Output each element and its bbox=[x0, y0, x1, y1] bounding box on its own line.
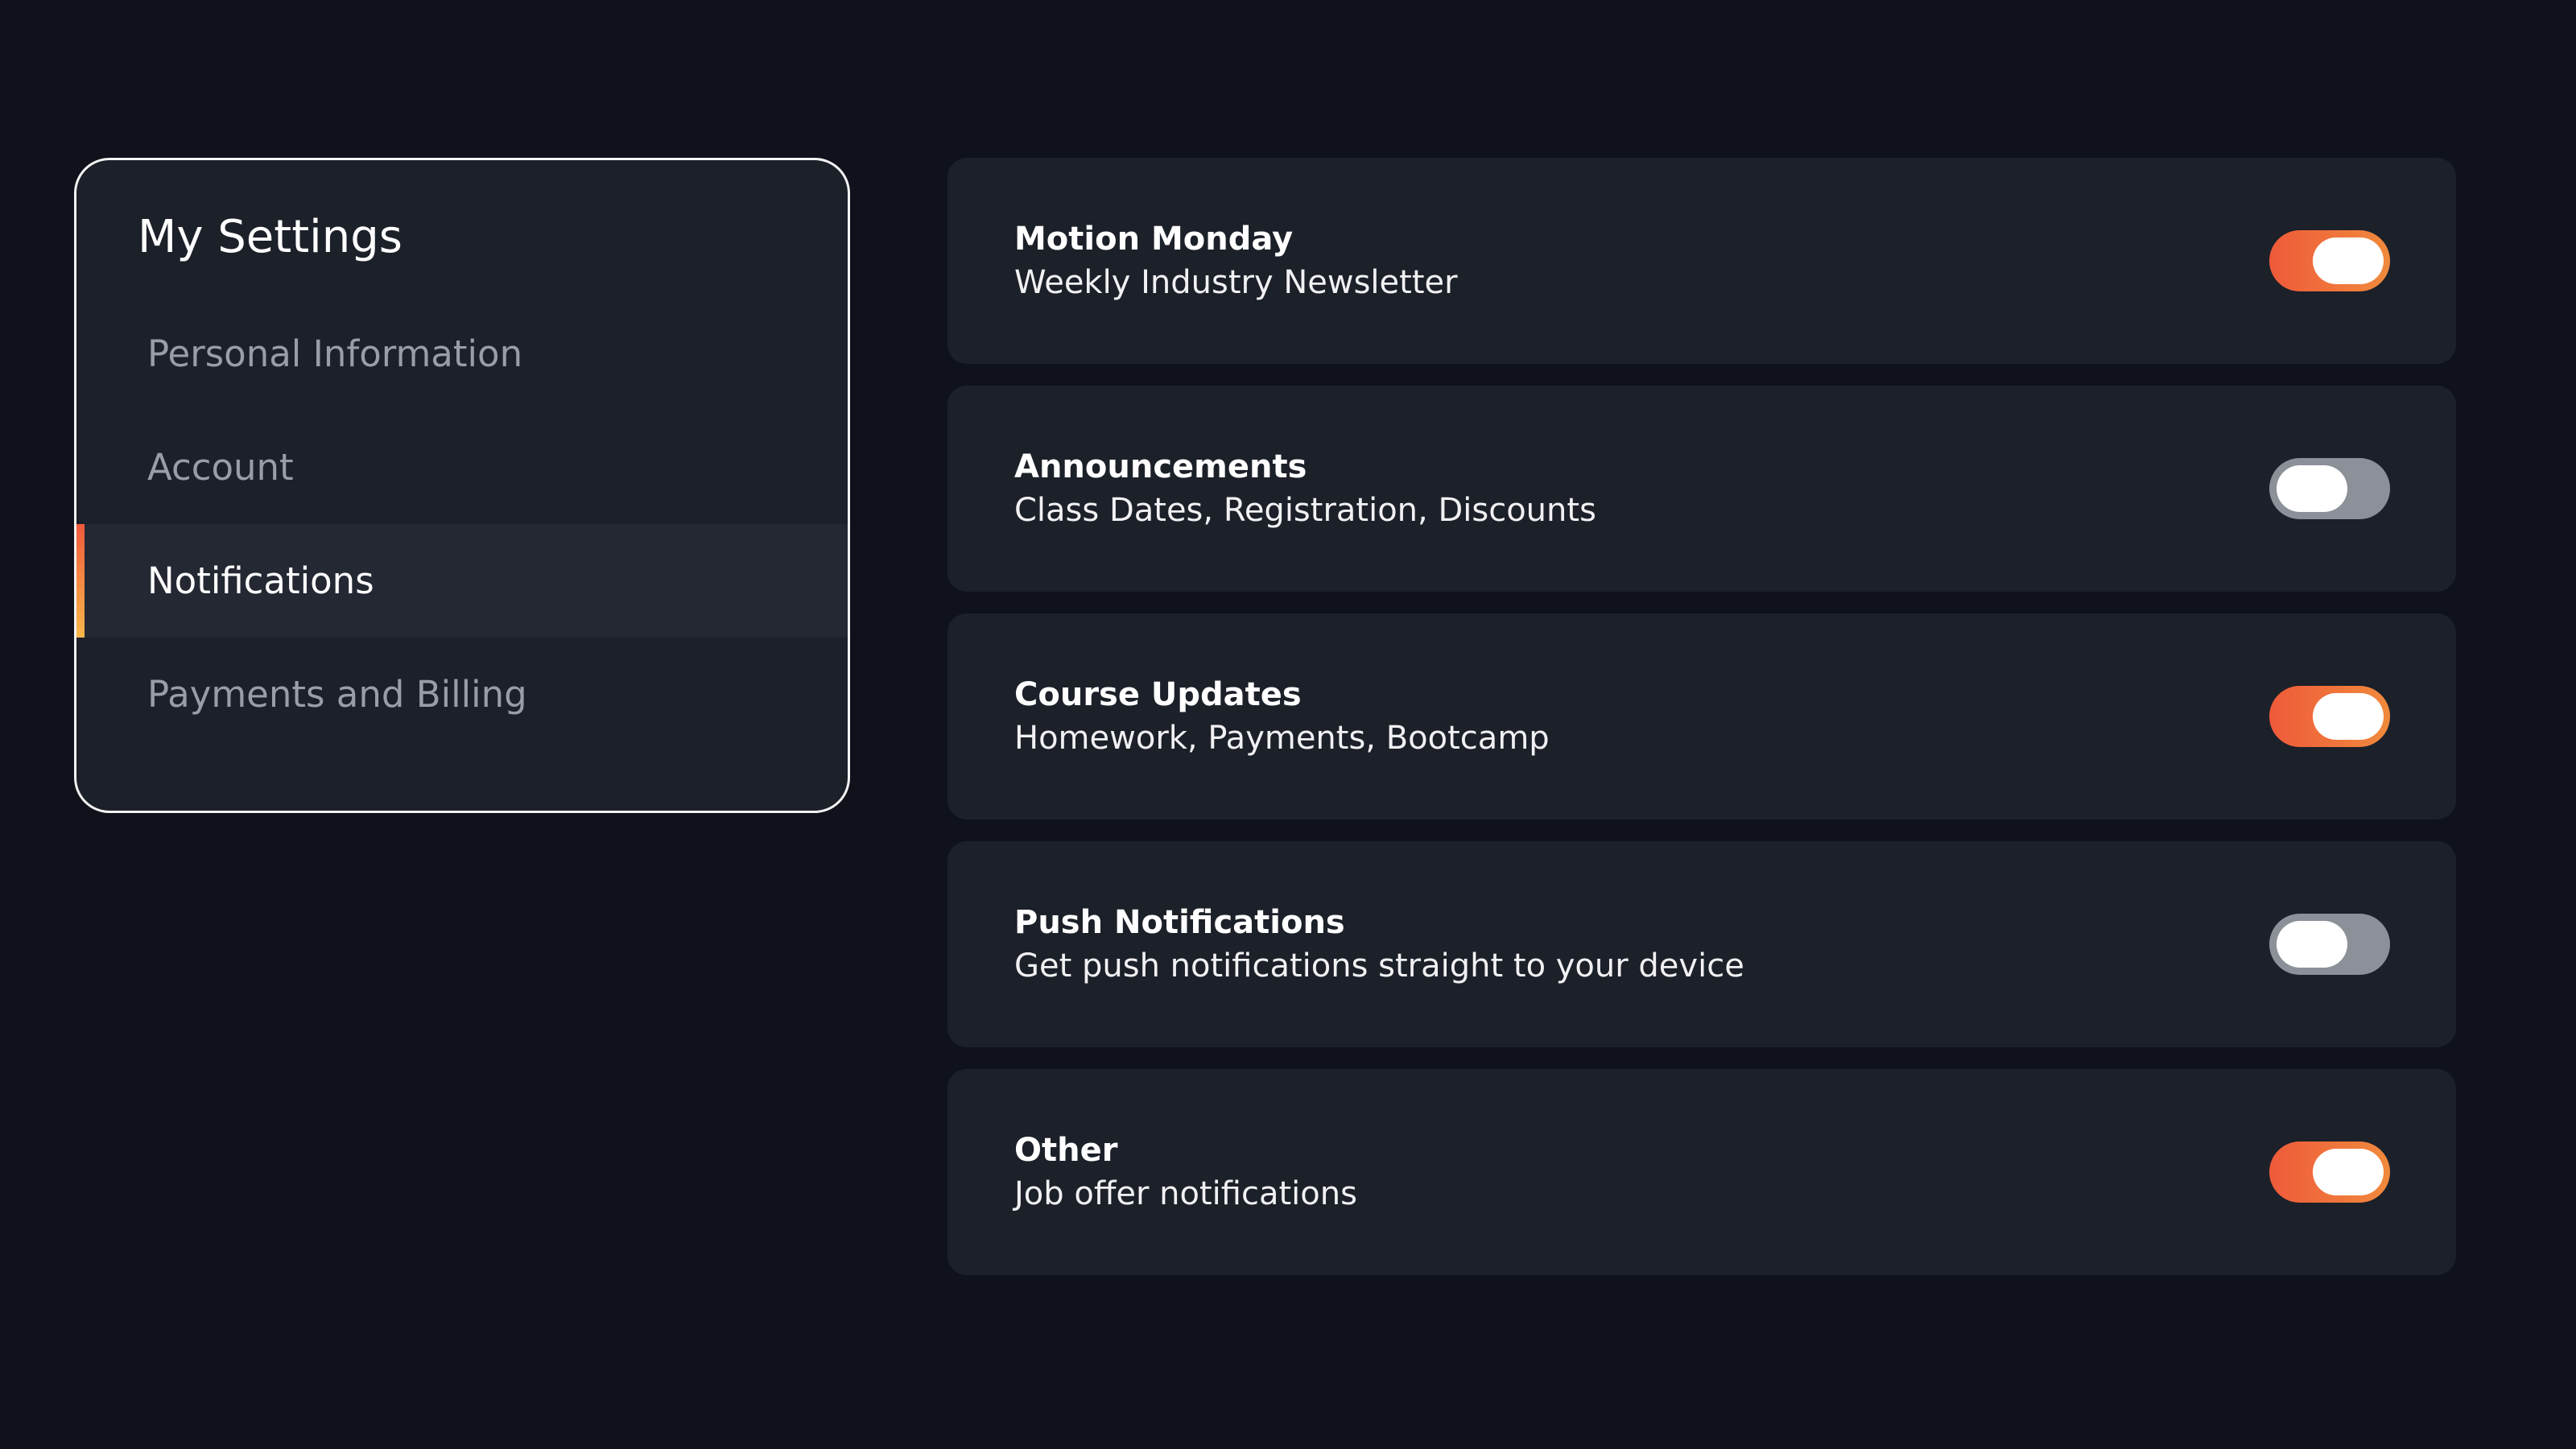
notification-title: Announcements bbox=[1014, 448, 1307, 485]
course-updates-toggle[interactable] bbox=[2269, 686, 2390, 747]
active-indicator bbox=[76, 524, 85, 638]
notification-settings-list: Motion Monday Weekly Industry Newsletter… bbox=[947, 158, 2456, 1297]
sidebar-item-notifications[interactable]: Notifications bbox=[76, 524, 848, 638]
toggle-knob bbox=[2313, 237, 2384, 284]
notification-text: Motion Monday Weekly Industry Newsletter bbox=[1014, 217, 1458, 304]
notification-text: Other Job offer notifications bbox=[1014, 1129, 1357, 1216]
sidebar-item-personal-information[interactable]: Personal Information bbox=[76, 297, 848, 411]
toggle-knob bbox=[2277, 921, 2347, 968]
toggle-knob bbox=[2313, 1149, 2384, 1195]
toggle-knob bbox=[2277, 465, 2347, 512]
notification-subtitle: Weekly Industry Newsletter bbox=[1014, 264, 1458, 301]
notification-row-course-updates: Course Updates Homework, Payments, Bootc… bbox=[947, 613, 2456, 819]
notification-row-announcements: Announcements Class Dates, Registration,… bbox=[947, 386, 2456, 592]
sidebar-item-label: Account bbox=[147, 446, 294, 489]
notification-title: Course Updates bbox=[1014, 676, 1302, 713]
settings-nav: Personal Information Account Notificatio… bbox=[76, 297, 848, 751]
toggle-knob bbox=[2313, 693, 2384, 740]
notification-row-other: Other Job offer notifications bbox=[947, 1069, 2456, 1275]
notification-subtitle: Get push notifications straight to your … bbox=[1014, 947, 1744, 985]
notification-subtitle: Job offer notifications bbox=[1014, 1175, 1357, 1212]
notification-title: Motion Monday bbox=[1014, 221, 1294, 258]
sidebar-item-label: Payments and Billing bbox=[147, 673, 527, 716]
sidebar-item-payments-and-billing[interactable]: Payments and Billing bbox=[76, 638, 848, 751]
notification-title: Other bbox=[1014, 1132, 1118, 1169]
notification-row-push-notifications: Push Notifications Get push notification… bbox=[947, 841, 2456, 1047]
notification-subtitle: Class Dates, Registration, Discounts bbox=[1014, 492, 1596, 529]
notification-subtitle: Homework, Payments, Bootcamp bbox=[1014, 720, 1550, 757]
announcements-toggle[interactable] bbox=[2269, 458, 2390, 519]
notification-text: Announcements Class Dates, Registration,… bbox=[1014, 445, 1596, 532]
sidebar-item-label: Notifications bbox=[147, 559, 374, 602]
sidebar-item-label: Personal Information bbox=[147, 332, 523, 375]
other-toggle[interactable] bbox=[2269, 1141, 2390, 1203]
sidebar-item-account[interactable]: Account bbox=[76, 411, 848, 524]
notification-title: Push Notifications bbox=[1014, 904, 1345, 941]
notification-text: Course Updates Homework, Payments, Bootc… bbox=[1014, 673, 1550, 760]
motion-monday-toggle[interactable] bbox=[2269, 230, 2390, 291]
page-title: My Settings bbox=[138, 211, 402, 263]
push-notifications-toggle[interactable] bbox=[2269, 914, 2390, 975]
settings-sidebar: My Settings Personal Information Account… bbox=[74, 158, 850, 813]
notification-text: Push Notifications Get push notification… bbox=[1014, 901, 1744, 988]
notification-row-motion-monday: Motion Monday Weekly Industry Newsletter bbox=[947, 158, 2456, 364]
